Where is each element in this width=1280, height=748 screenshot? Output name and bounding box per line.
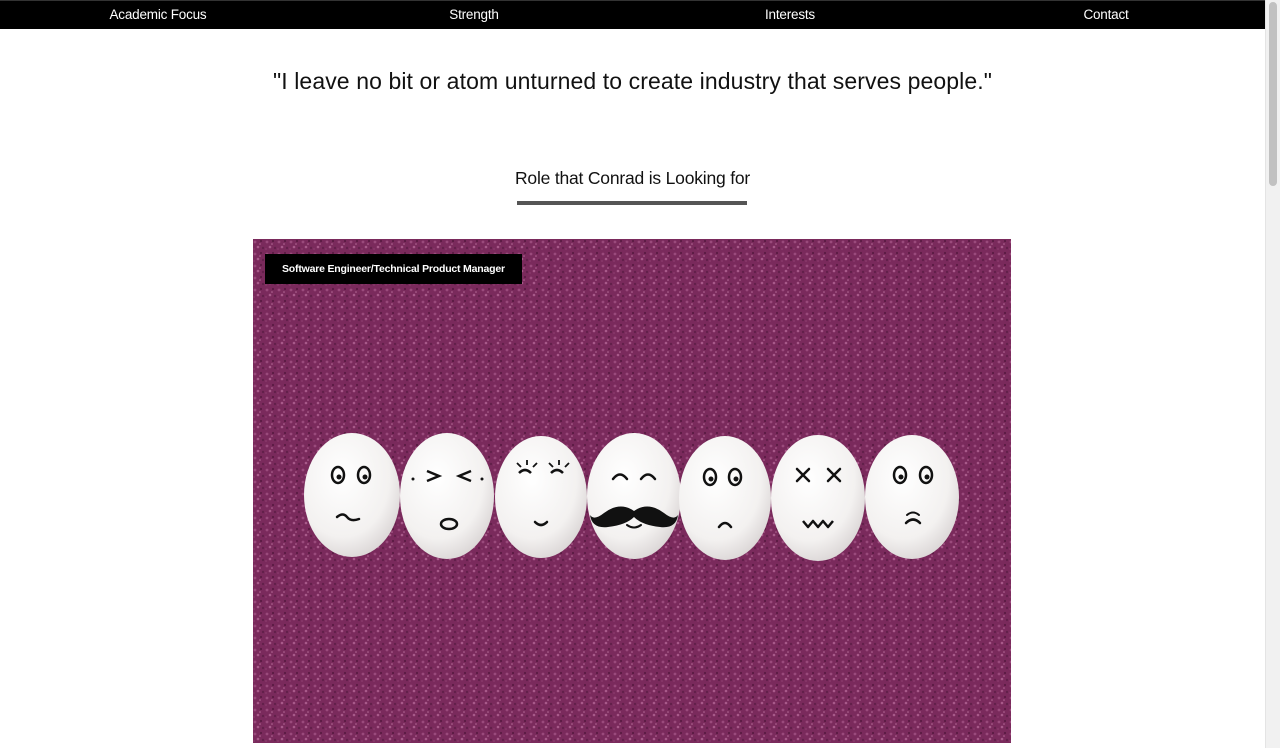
nav-strength[interactable]: Strength — [316, 1, 632, 29]
eggs-hero-image: Software Engineer/Technical Product Mana… — [253, 239, 1011, 743]
eggs-illustration — [253, 239, 1011, 743]
scrollbar-thumb[interactable] — [1269, 2, 1277, 186]
egg-3 — [495, 436, 587, 558]
egg-1 — [304, 433, 400, 557]
egg-5 — [679, 436, 771, 560]
egg-2 — [400, 433, 494, 559]
mission-quote: "I leave no bit or atom unturned to crea… — [272, 68, 993, 94]
page: Academic Focus Strength Interests Contac… — [0, 0, 1280, 748]
role-badge: Software Engineer/Technical Product Mana… — [265, 254, 522, 284]
top-navbar: Academic Focus Strength Interests Contac… — [0, 0, 1265, 29]
egg-6 — [771, 435, 865, 561]
nav-contact[interactable]: Contact — [948, 1, 1264, 29]
egg-7 — [865, 435, 959, 559]
page-scrollbar[interactable] — [1265, 0, 1280, 748]
section-title: Role that Conrad is Looking for — [514, 168, 751, 188]
egg-4 — [587, 433, 681, 559]
nav-interests[interactable]: Interests — [632, 1, 948, 29]
section-title-underline — [517, 201, 747, 205]
nav-academic-focus[interactable]: Academic Focus — [0, 1, 316, 29]
